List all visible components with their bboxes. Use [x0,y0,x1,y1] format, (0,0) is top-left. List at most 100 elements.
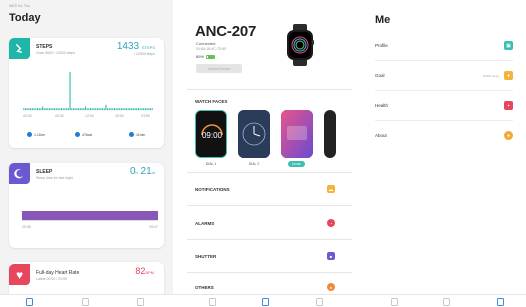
steps-sublabel: Goal: 6000 / 10000 steps [36,51,76,55]
steps-bar [59,108,61,110]
about-row[interactable]: About ● [375,124,513,150]
steps-bar [25,108,27,110]
steps-bar [91,108,93,110]
steps-bar [86,108,88,110]
steps-bar [93,108,95,110]
steps-bar [139,108,141,110]
alarms-row[interactable]: ALARMS [195,221,214,226]
steps-bar [28,108,30,110]
steps-axis-1: 06:00 [55,114,64,118]
watch-face-4[interactable] [324,110,336,158]
info-icon: ● [504,131,513,140]
heart-label: Full-day Heart Rate [36,270,80,276]
profile-row[interactable]: Profile ▣ [375,34,513,60]
steps-bar [47,108,49,110]
steps-bar [71,108,73,110]
distance-icon [27,132,32,137]
steps-bar [119,108,121,110]
nav-me-icon[interactable] [316,298,323,306]
steps-bar [62,108,64,110]
battery-icon [206,54,216,59]
steps-axis-0: 00:00 [23,114,32,118]
steps-bar [72,108,74,110]
more-faces-button[interactable]: MORE [288,161,305,167]
steps-bar [125,108,127,110]
about-label: About [375,133,387,138]
nav-device-icon[interactable] [443,298,450,306]
battery-value: 89% [196,54,205,59]
steps-bar [141,108,143,110]
steps-label: STEPS [36,44,53,50]
face-2-label: DIAL 2 [248,162,260,166]
duration-icon [129,132,134,137]
steps-bar [83,108,85,110]
watch-faces-strip: 09:00 DIAL 1 DIAL 2 MORE [195,110,359,167]
steps-bar [136,108,138,110]
steps-bar [67,108,69,110]
watch-face-1[interactable]: 09:00 [195,110,227,158]
face-1-label: DIAL 1 [205,162,217,166]
steps-bar [66,108,68,110]
device-name: ANC-207 [195,23,257,40]
battery-status: 89% [196,54,216,59]
steps-bar [23,108,25,110]
steps-bar [100,108,102,110]
steps-bar [40,108,42,110]
divider [187,172,352,173]
sleep-hours-unit: h [135,170,138,175]
steps-bar [69,72,71,110]
notification-icon: ▬ [327,185,335,193]
shutter-row[interactable]: SHUTTER [195,254,216,259]
sleep-card[interactable]: SLEEP Sleep data for last night 0h 21m 2… [9,163,164,248]
goal-label: Goal [375,73,385,78]
steps-bar [102,108,104,110]
duration-value: 11min [136,132,146,137]
device-status: Connected [196,41,216,46]
steps-bar [31,108,33,110]
unbind-button[interactable]: Unbind Device [196,64,242,73]
nav-me-icon[interactable] [137,298,144,306]
steps-card[interactable]: STEPS Goal: 6000 / 10000 steps 1433 STEP… [9,38,164,148]
steps-bar [74,108,76,110]
steps-bar [33,108,35,110]
sleep-baseline [22,220,158,221]
nav-device-icon[interactable] [262,298,269,306]
steps-bar [55,108,57,110]
others-row[interactable]: OTHERS [195,285,214,290]
watch-face-2[interactable] [238,110,270,158]
divider [187,89,352,90]
divider [187,205,352,206]
steps-bar [98,108,100,110]
steps-bar [42,106,44,110]
nav-today-icon[interactable] [209,298,216,306]
nav-today-icon[interactable] [26,298,33,306]
nav-today-icon[interactable] [391,298,398,306]
nav-device-icon[interactable] [82,298,89,306]
steps-bar [54,108,56,110]
steps-bar [84,106,86,110]
steps-bar [143,108,145,110]
page-title: Today [9,12,41,24]
watch-face-3[interactable] [281,110,313,158]
heart-icon: ♥ [9,264,30,285]
sleep-bar [22,211,158,220]
calories-icon [75,132,80,137]
notifications-row[interactable]: NOTIFICATIONS [195,187,230,192]
sleep-duration: 0h 21m [130,166,155,177]
moon-icon [9,163,30,184]
goal-row[interactable]: Goal 10000 steps ♦ [375,64,513,90]
health-row[interactable]: Health ▪ [375,94,513,120]
steps-bar [43,108,45,110]
steps-bar [95,108,97,110]
page-title: Me [375,14,391,26]
nav-me-icon[interactable] [497,298,504,306]
sleep-minutes-unit: m [151,170,155,175]
heart-sublabel: Latest 00:00 / 23:59 [36,277,67,281]
steps-bar [38,108,40,110]
steps-bar [122,108,124,110]
steps-bar [37,108,39,110]
steps-bar [127,108,129,110]
steps-bar [60,108,62,110]
calories-stat: 47kcal [75,132,92,137]
steps-value: 1433 STEPS [117,41,155,52]
